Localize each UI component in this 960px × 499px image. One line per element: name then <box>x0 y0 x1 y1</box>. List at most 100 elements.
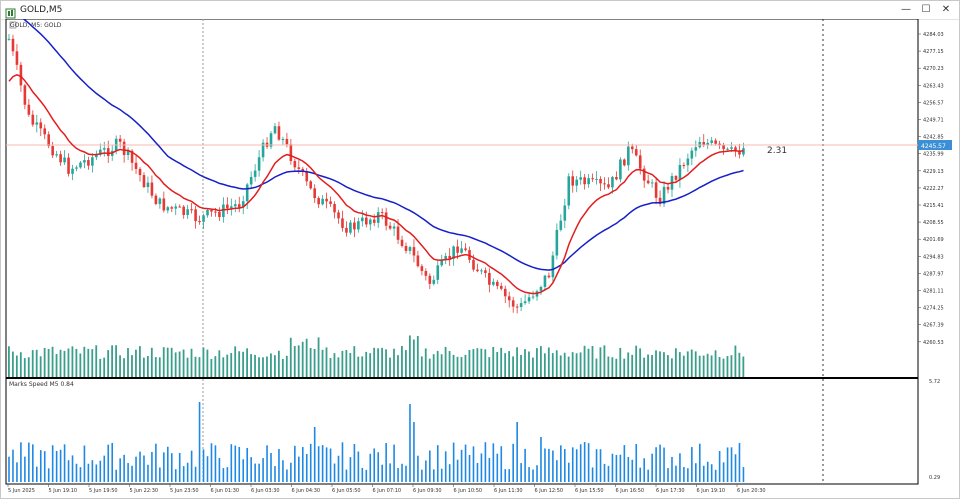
candle-body <box>654 182 658 198</box>
volume-bar <box>361 356 364 377</box>
indicator-bar <box>397 468 399 482</box>
volume-bar <box>297 345 300 377</box>
candle-body <box>424 271 428 276</box>
candle-body <box>150 182 154 196</box>
window-titlebar[interactable]: GOLD,M5 — ☐ ✕ <box>1 1 959 20</box>
indicator-bar <box>623 445 626 482</box>
volume-bar <box>131 355 133 377</box>
candle-body <box>591 178 594 180</box>
candle-body <box>428 275 432 284</box>
candle-body <box>543 275 547 287</box>
volume-bar <box>551 353 554 377</box>
candle-body <box>345 227 348 233</box>
candle-body <box>349 222 352 233</box>
candle-body <box>230 206 233 209</box>
indicator-bar <box>111 442 114 482</box>
chart-area[interactable]: GOLD, M5: GOLD Marks Speed M5 0.84 2.31 … <box>1 19 959 498</box>
indicator-axis[interactable]: 5.72 0.29 <box>929 379 940 481</box>
indicator-bar <box>663 447 665 482</box>
indicator-bar <box>206 456 209 482</box>
volume-bar <box>75 348 78 377</box>
volume-bar <box>55 354 58 377</box>
restore-button[interactable]: ☐ <box>919 3 933 17</box>
time-axis[interactable]: 5 Jun 2025 5 Jun 19:10 5 Jun 19:50 5 Jun 22… <box>7 484 766 494</box>
volume-bar <box>198 357 201 377</box>
indicator-bar <box>472 446 475 482</box>
time-axis-label: 5 Jun 19:10 <box>49 488 78 494</box>
indicator-bar <box>488 458 491 482</box>
candle-body <box>714 140 717 144</box>
volume-bar <box>83 346 86 377</box>
volume-bar <box>218 350 221 377</box>
indicator-bar <box>254 463 256 482</box>
candle-body <box>87 160 90 166</box>
indicator-bar <box>51 445 54 482</box>
volume-bar <box>420 356 423 377</box>
time-axis-label: 6 Jun 01:30 <box>211 488 240 494</box>
price-axis-label: 4222.27 <box>923 186 944 192</box>
price-chart[interactable]: GOLD, M5: GOLD Marks Speed M5 0.84 2.31 … <box>1 19 959 498</box>
candle-body <box>55 154 58 156</box>
volume-bar <box>23 358 26 377</box>
candle-body <box>388 225 392 229</box>
close-button[interactable]: ✕ <box>939 3 953 17</box>
candle-body <box>571 176 575 186</box>
volume-bar <box>158 357 161 377</box>
price-axis-label: 4287.97 <box>923 271 944 277</box>
indicator-bar <box>540 437 542 482</box>
indicator-bar <box>238 446 241 482</box>
volume-bar <box>313 348 316 377</box>
candle-body <box>559 220 563 230</box>
indicator-bar <box>476 462 479 482</box>
candle-body <box>297 167 301 169</box>
volume-bar <box>559 355 562 377</box>
indicator-bar <box>564 449 566 482</box>
volume-bar <box>591 345 594 377</box>
volume-bar <box>484 349 487 377</box>
volume-bar <box>627 352 630 377</box>
volume-bar <box>8 346 10 377</box>
candle-body <box>134 162 138 169</box>
indicator-bar <box>246 447 248 482</box>
indicator-bar <box>59 449 62 482</box>
indicator-bar <box>417 455 419 482</box>
indicator-bar <box>242 459 245 482</box>
candle-body <box>321 198 324 205</box>
price-axis[interactable]: 4284.03 4277.15 4270.23 4263.43 4256.57 4249.… <box>918 32 944 346</box>
indicator-bar <box>75 463 78 482</box>
volume-bar <box>714 350 717 377</box>
indicator-axis-label: 5.72 <box>929 379 940 385</box>
volume-bar <box>468 350 471 377</box>
volume-bar <box>528 351 530 377</box>
volume-bar <box>635 345 638 377</box>
candle-body <box>79 162 82 168</box>
volume-bar <box>95 345 98 377</box>
indicator-bar <box>147 464 149 482</box>
candle-body <box>595 178 598 180</box>
indicator-bar <box>691 447 693 482</box>
indicator-bar <box>194 466 197 482</box>
indicator-bar <box>39 450 42 482</box>
indicator-bar <box>500 446 503 482</box>
candle-body <box>615 176 618 180</box>
volume-bar <box>11 351 14 377</box>
price-axis-label: 4208.55 <box>923 220 944 226</box>
minimize-button[interactable]: — <box>899 3 913 17</box>
volume-bar <box>690 349 693 377</box>
candle-body <box>368 219 372 225</box>
candle-body <box>611 176 614 188</box>
indicator-bar <box>71 455 74 482</box>
volume-bar <box>47 349 50 377</box>
volume-bar <box>246 348 248 377</box>
volume-bar <box>647 354 649 377</box>
indicator-bar <box>504 469 507 482</box>
volume-bar <box>710 355 713 377</box>
volume-bar <box>472 349 475 377</box>
volume-bar <box>428 358 431 377</box>
volume-bar <box>424 348 427 377</box>
indicator-bar <box>135 456 137 482</box>
candle-body <box>118 138 122 142</box>
volume-bar <box>488 357 491 377</box>
candle-body <box>337 212 340 219</box>
candle-body <box>233 204 237 207</box>
